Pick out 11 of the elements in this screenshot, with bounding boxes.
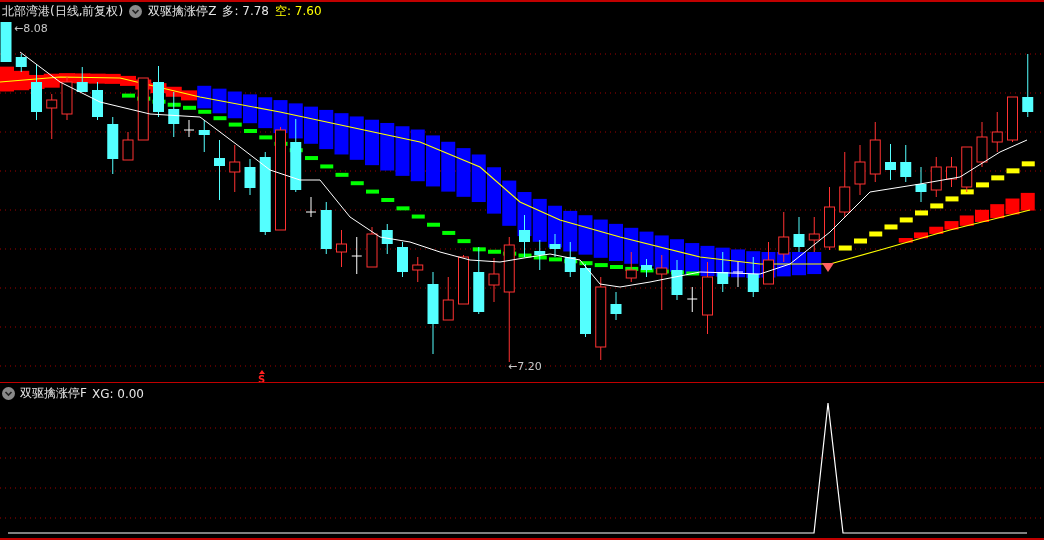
indicator-reading: 空: 7.60	[275, 3, 322, 20]
indicator-name: 双驱擒涨停F	[20, 385, 87, 402]
arrow-up-icon	[259, 370, 265, 374]
indicator-reading: XG: 0.00	[91, 386, 144, 401]
low-price-label: ←7.20	[508, 360, 542, 373]
dropdown-icon[interactable]	[2, 387, 15, 400]
high-price-label: ←8.08	[14, 22, 48, 35]
indicator-reading: 多: 7.78	[222, 3, 269, 20]
indicator-name: 双驱擒涨停Z	[148, 3, 217, 20]
dropdown-icon[interactable]	[129, 5, 143, 18]
chart-title: 北部湾港(日线,前复权)	[2, 3, 124, 20]
